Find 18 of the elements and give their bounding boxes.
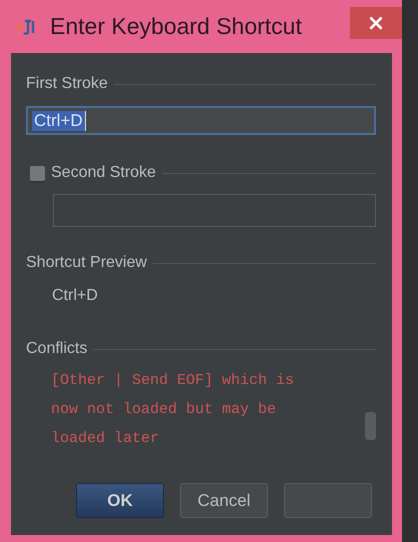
input-field[interactable]: Ctrl+D [26, 106, 376, 135]
shortcut-preview: Ctrl+D [52, 287, 99, 305]
checkbox-label: Second Stroke [51, 164, 156, 182]
checkbox[interactable] [30, 166, 45, 180]
dialog-button[interactable]: Cancel [180, 483, 268, 518]
section-label: First Stroke [26, 75, 108, 93]
dialog-button[interactable]: OK [76, 483, 164, 518]
conflict-text: now not loaded but may be [51, 400, 278, 420]
close-button[interactable]: × [350, 7, 402, 39]
conflict-text: loaded later [51, 429, 160, 449]
field-value: Ctrl+D [32, 110, 86, 130]
section-label: Conflicts [26, 340, 88, 358]
scrollbar-thumb[interactable] [365, 412, 376, 440]
input-field[interactable] [53, 194, 376, 227]
window-title: Enter Keyboard Shortcut [50, 13, 302, 40]
section-label: Shortcut Preview [26, 254, 147, 272]
conflict-text: [Other | Send EOF] which is [51, 371, 296, 391]
dialog-button[interactable] [284, 483, 372, 518]
